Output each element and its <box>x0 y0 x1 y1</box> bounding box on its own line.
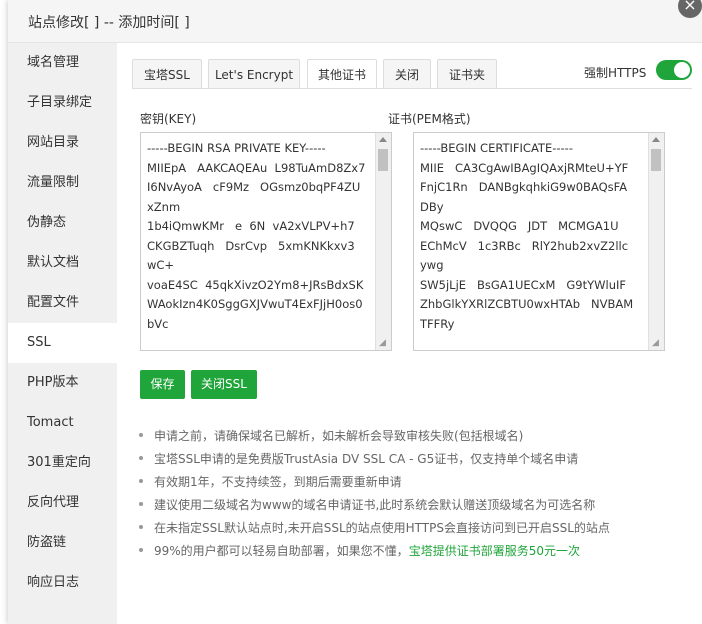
scroll-thumb[interactable] <box>651 149 661 171</box>
sidebar-item-tomcat[interactable]: Tomact <box>8 403 117 443</box>
sidebar-item-default-doc[interactable]: 默认文档 <box>8 243 117 283</box>
note-item: 建议使用二级域名为www的域名申请证书,此时系统会默认赠送顶级域名为可选名称 <box>139 496 595 518</box>
tab-baota-ssl[interactable]: 宝塔SSL <box>132 59 202 89</box>
sidebar-item-301-redirect[interactable]: 301重定向 <box>8 443 117 483</box>
toggle-knob <box>674 62 690 78</box>
site-edit-dialog: 站点修改[ ] -- 添加时间[ ] 域名管理 子目录绑定 网站目录 流量限制 … <box>8 0 702 624</box>
note-text: 申请之前，请确保域名已解析，如未解析会导致审核失败(包括根域名) <box>154 429 524 443</box>
sidebar-item-config-file[interactable]: 配置文件 <box>8 283 117 323</box>
force-https-toggle[interactable] <box>656 60 692 80</box>
bullet-icon <box>139 432 143 437</box>
sidebar-item-php-version[interactable]: PHP版本 <box>8 363 117 403</box>
sidebar: 域名管理 子目录绑定 网站目录 流量限制 伪静态 默认文档 配置文件 SSL P… <box>8 43 117 624</box>
cert-textarea[interactable]: -----BEGIN CERTIFICATE----- MIIE CA3CgAw… <box>413 132 665 351</box>
resize-handle-icon[interactable]: ◢ <box>652 338 662 348</box>
resize-handle-icon[interactable]: ◢ <box>379 338 389 348</box>
note-item: 申请之前，请确保域名已解析，如未解析会导致审核失败(包括根域名) <box>139 427 523 449</box>
bullet-icon <box>139 478 143 483</box>
note-item: 在未指定SSL默认站点时,未开启SSL的站点使用HTTPS会直接访问到已开启SS… <box>139 519 610 541</box>
cert-text: -----BEGIN CERTIFICATE----- MIIE CA3CgAw… <box>420 141 634 331</box>
dialog-title: 站点修改[ ] -- 添加时间[ ] <box>28 15 190 31</box>
sidebar-item-ssl[interactable]: SSL <box>8 323 117 363</box>
sidebar-item-subdir-binding[interactable]: 子目录绑定 <box>8 83 117 123</box>
sidebar-item-traffic-limit[interactable]: 流量限制 <box>8 163 117 203</box>
note-text: 99%的用户都可以轻易自助部署，如果您不懂， <box>154 544 409 558</box>
note-text: 建议使用二级域名为www的域名申请证书,此时系统会默认赠送顶级域名为可选名称 <box>154 498 596 512</box>
tab-close[interactable]: 关闭 <box>383 59 431 89</box>
bullet-icon <box>139 524 143 529</box>
force-https-label: 强制HTTPS <box>584 66 647 80</box>
dialog-titlebar: 站点修改[ ] -- 添加时间[ ] <box>8 0 702 43</box>
close-ssl-button[interactable]: 关闭SSL <box>191 370 257 399</box>
scroll-thumb[interactable] <box>378 149 388 171</box>
bullet-icon <box>139 501 143 506</box>
tab-other-cert[interactable]: 其他证书 <box>307 59 377 89</box>
note-text: 在未指定SSL默认站点时,未开启SSL的站点使用HTTPS会直接访问到已开启SS… <box>154 521 610 535</box>
sidebar-item-response-log[interactable]: 响应日志 <box>8 563 117 603</box>
note-item: 宝塔SSL申请的是免费版TrustAsia DV SSL CA - G5证书，仅… <box>139 450 578 472</box>
sidebar-item-rewrite[interactable]: 伪静态 <box>8 203 117 243</box>
save-button[interactable]: 保存 <box>140 370 185 399</box>
key-label: 密钥(KEY) <box>140 112 197 126</box>
sidebar-item-hotlink-protection[interactable]: 防盗链 <box>8 523 117 563</box>
cert-scrollbar[interactable] <box>648 133 664 350</box>
key-scrollbar[interactable] <box>375 133 391 350</box>
tabs-divider <box>132 88 692 89</box>
note-text: 宝塔SSL申请的是免费版TrustAsia DV SSL CA - G5证书，仅… <box>154 452 579 466</box>
note-item: 有效期1年，不支持续签，到期后需要重新申请 <box>139 473 402 495</box>
sidebar-item-site-dir[interactable]: 网站目录 <box>8 123 117 163</box>
sidebar-item-reverse-proxy[interactable]: 反向代理 <box>8 483 117 523</box>
tab-lets-encrypt[interactable]: Let's Encrypt <box>208 59 300 89</box>
bullet-icon <box>139 547 143 552</box>
key-text: -----BEGIN RSA PRIVATE KEY----- MIIEpA A… <box>147 141 366 331</box>
ssl-panel: 宝塔SSL Let's Encrypt 其他证书 关闭 证书夹 强制HTTPS … <box>117 43 702 624</box>
cert-label: 证书(PEM格式) <box>388 112 471 126</box>
cert-deploy-service-link[interactable]: 宝塔提供证书部署服务50元一次 <box>409 544 580 558</box>
key-textarea[interactable]: -----BEGIN RSA PRIVATE KEY----- MIIEpA A… <box>140 132 392 351</box>
scroll-up-icon <box>379 137 387 142</box>
sidebar-item-domain[interactable]: 域名管理 <box>8 43 117 83</box>
tab-cert-folder[interactable]: 证书夹 <box>437 59 497 89</box>
note-item: 99%的用户都可以轻易自助部署，如果您不懂，宝塔提供证书部署服务50元一次 <box>139 542 580 564</box>
bullet-icon <box>139 455 143 460</box>
note-text: 有效期1年，不支持续签，到期后需要重新申请 <box>154 475 402 489</box>
scroll-up-icon <box>652 137 660 142</box>
